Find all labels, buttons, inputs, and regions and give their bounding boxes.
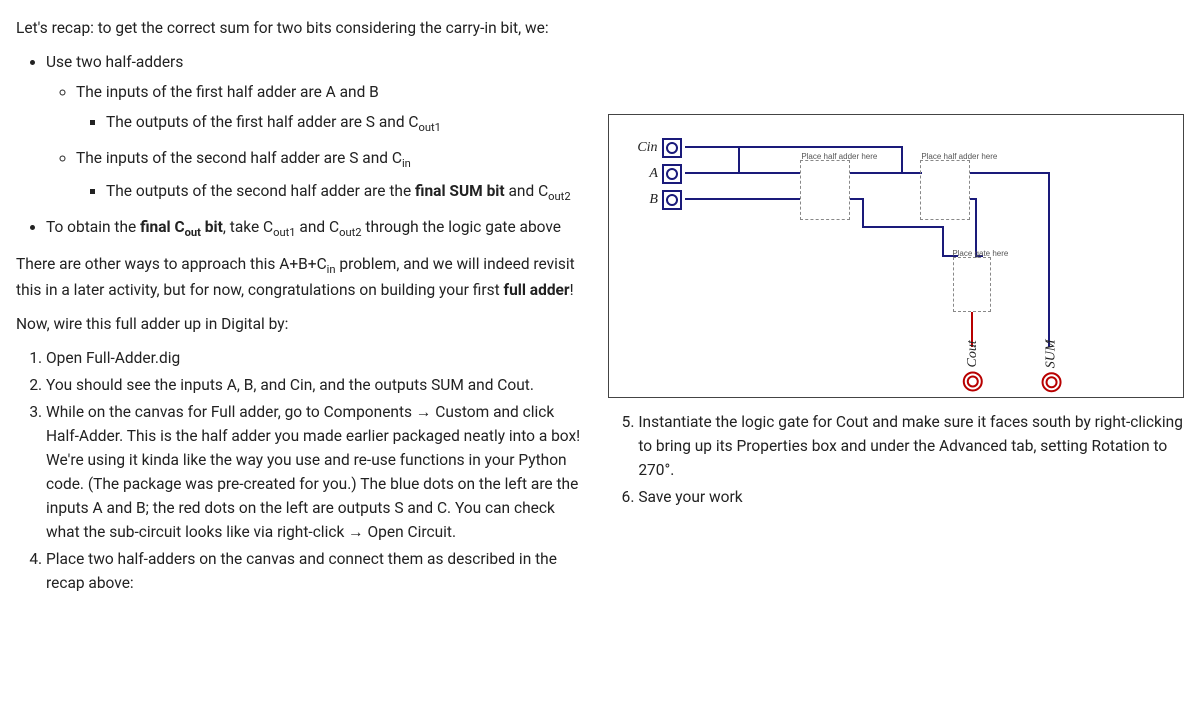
step-4: Place two half-adders on the canvas and … [46, 547, 588, 595]
wire [738, 146, 740, 172]
recap-b2: To obtain the final Cout bit, take Cout1… [46, 215, 588, 241]
circuit-diagram: Cin A B Place half [608, 114, 1184, 398]
step-6: Save your work [638, 485, 1184, 509]
gate-placeholder: Place gate here [953, 257, 991, 312]
wire [901, 146, 903, 172]
wire [901, 172, 922, 174]
pin-b: B [649, 189, 682, 211]
intro-text: Let's recap: to get the correct sum for … [16, 16, 588, 40]
step-5: Instantiate the logic gate for Cout and … [638, 410, 1184, 482]
step-3: While on the canvas for Full adder, go t… [46, 400, 588, 544]
recap-b1: Use two half-adders The inputs of the fi… [46, 50, 588, 205]
recap-b1a: The inputs of the first half adder are A… [76, 80, 588, 136]
pin-cin: Cin [637, 137, 681, 159]
para-other-ways: There are other ways to approach this A+… [16, 252, 588, 302]
wire [685, 198, 800, 200]
step-1: Open Full-Adder.dig [46, 346, 588, 370]
recap-b1b: The inputs of the second half adder are … [76, 146, 588, 205]
input-symbol [662, 190, 682, 210]
steps-list: Open Full-Adder.dig You should see the i… [16, 346, 588, 595]
pin-sum: SUM [1041, 339, 1063, 392]
para-now-wire: Now, wire this full adder up in Digital … [16, 312, 588, 336]
pin-cout: Cout [962, 340, 984, 391]
recap-list: Use two half-adders The inputs of the fi… [16, 50, 588, 242]
wire [738, 146, 903, 148]
wire [738, 172, 800, 174]
output-symbol [963, 371, 983, 391]
wire [970, 172, 1050, 174]
half-adder-1-placeholder: Place half adder here [800, 160, 850, 220]
half-adder-2-placeholder: Place half adder here [920, 160, 970, 220]
wire [862, 226, 942, 228]
steps-list-cont: Instantiate the logic gate for Cout and … [608, 410, 1184, 509]
recap-b1b1: The outputs of the second half adder are… [106, 179, 588, 205]
recap-b1a1: The outputs of the first half adder are … [106, 110, 588, 136]
output-symbol [1042, 372, 1062, 392]
pin-a: A [649, 163, 682, 185]
wire [685, 146, 740, 148]
wire [1048, 172, 1050, 347]
wire [850, 198, 862, 200]
wire [862, 198, 864, 228]
input-symbol [662, 138, 682, 158]
wire [942, 226, 944, 257]
step-2: You should see the inputs A, B, and Cin,… [46, 373, 588, 397]
input-symbol [662, 164, 682, 184]
